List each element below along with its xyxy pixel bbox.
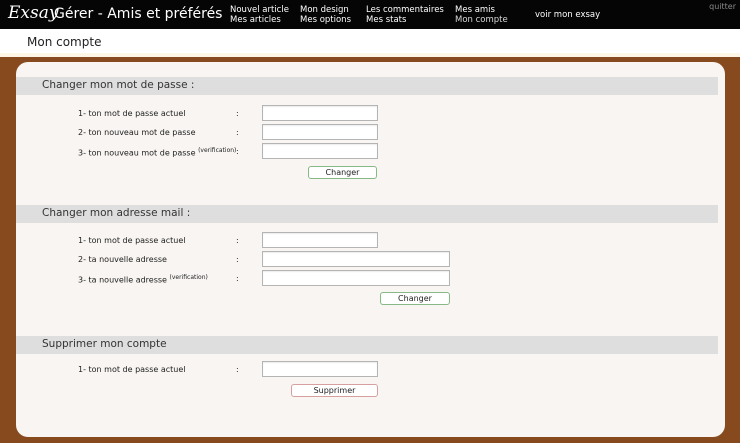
email-current-password-label: 1- ton mot de passe actuel: [78, 236, 186, 245]
top-bar: Exsay Gérer - Amis et préférés Nouvel ar…: [0, 0, 740, 29]
nav-group-comments: Les commentaires Mes stats: [366, 5, 444, 25]
password-section-header: Changer mon mot de passe :: [16, 77, 718, 95]
nav-new-article-link[interactable]: Nouvel article: [230, 5, 289, 15]
change-email-button[interactable]: Changer: [380, 292, 450, 305]
logo[interactable]: Exsay: [8, 3, 58, 23]
password-section-title: Changer mon mot de passe :: [42, 79, 195, 91]
nav-my-stats-link[interactable]: Mes stats: [366, 15, 444, 25]
account-panel: Changer mon mot de passe : 1- ton mot de…: [16, 62, 725, 437]
confirm-email-input[interactable]: [262, 270, 450, 286]
current-password-label: 1- ton mot de passe actuel: [78, 109, 186, 118]
nav-comments-link[interactable]: Les commentaires: [366, 5, 444, 15]
colon: :: [236, 236, 239, 245]
delete-password-input[interactable]: [262, 361, 378, 377]
confirm-password-input[interactable]: [262, 143, 378, 159]
nav-my-friends-link[interactable]: Mes amis: [455, 5, 508, 15]
new-email-label: 2- ta nouvelle adresse: [78, 255, 167, 264]
change-password-button[interactable]: Changer: [308, 166, 377, 179]
colon: :: [236, 365, 239, 374]
colon: :: [236, 128, 239, 137]
nav-group-articles: Nouvel article Mes articles: [230, 5, 289, 25]
nav-group-design: Mon design Mes options: [300, 5, 351, 25]
delete-section-title: Supprimer mon compte: [42, 338, 167, 350]
email-section-title: Changer mon adresse mail :: [42, 207, 191, 219]
quit-link[interactable]: quitter: [709, 2, 736, 11]
nav-my-options-link[interactable]: Mes options: [300, 15, 351, 25]
nav-my-account-link[interactable]: Mon compte: [455, 15, 508, 25]
confirm-password-label: 3- ton nouveau mot de passe (verificatio…: [78, 147, 237, 158]
new-password-label: 2- ton nouveau mot de passe: [78, 128, 196, 137]
email-current-password-input[interactable]: [262, 232, 378, 248]
nav-my-design-link[interactable]: Mon design: [300, 5, 351, 15]
page-heading: Gérer - Amis et préférés: [54, 6, 223, 22]
sub-header: Mon compte: [0, 29, 740, 57]
current-password-input[interactable]: [262, 105, 378, 121]
delete-current-password-label: 1- ton mot de passe actuel: [78, 365, 186, 374]
nav-my-articles-link[interactable]: Mes articles: [230, 15, 289, 25]
page-title: Mon compte: [27, 35, 102, 49]
email-section-header: Changer mon adresse mail :: [16, 205, 718, 223]
colon: :: [236, 255, 239, 264]
new-password-input[interactable]: [262, 124, 378, 140]
view-my-exsay-link[interactable]: voir mon exsay: [535, 10, 600, 20]
colon: :: [236, 109, 239, 118]
sub-header-strip: [0, 53, 740, 57]
new-email-input[interactable]: [262, 251, 450, 267]
delete-account-button[interactable]: Supprimer: [291, 384, 378, 397]
delete-section-header: Supprimer mon compte: [16, 336, 718, 354]
nav-group-account: Mes amis Mon compte: [455, 5, 508, 25]
confirm-email-label: 3- ta nouvelle adresse (verification): [78, 274, 208, 285]
colon: :: [236, 274, 239, 283]
colon: :: [236, 147, 239, 156]
